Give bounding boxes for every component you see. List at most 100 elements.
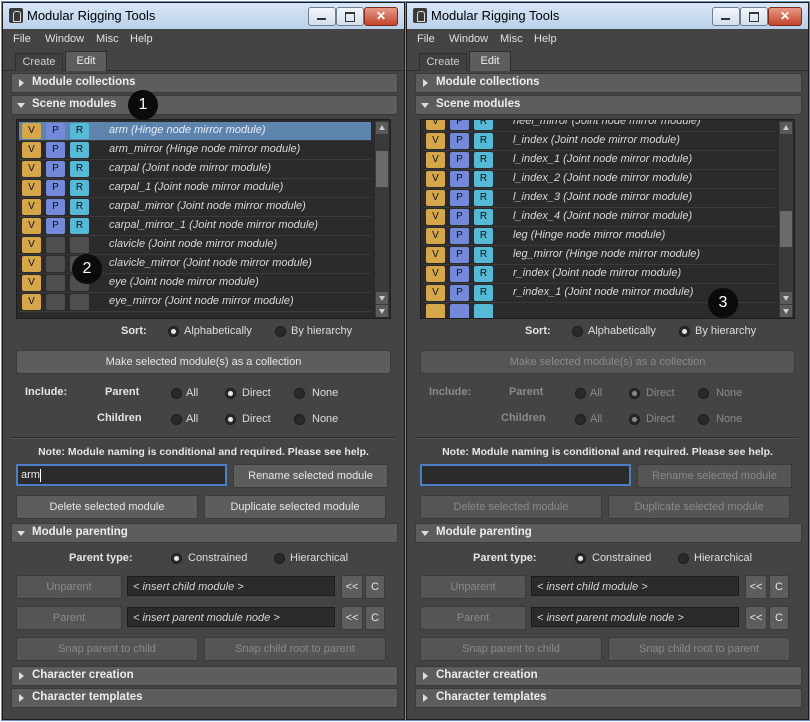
proxy-toggle[interactable]: P — [450, 266, 469, 282]
list-item[interactable]: V P R leg_mirror (Hinge node mirror modu… — [423, 246, 775, 265]
proxy-toggle[interactable]: P — [46, 180, 65, 196]
constrained-radio[interactable] — [575, 553, 586, 564]
clear-parent-button[interactable]: C — [769, 606, 789, 630]
children-all-radio[interactable] — [171, 414, 182, 425]
parent-module-field[interactable]: < insert parent module node > — [127, 607, 335, 627]
list-item[interactable]: V P R l_index_2 (Joint node mirror modul… — [423, 170, 775, 189]
visibility-toggle[interactable]: V — [426, 247, 445, 263]
section-scene-modules[interactable]: Scene modules — [11, 95, 398, 115]
visibility-toggle[interactable]: V — [22, 294, 41, 310]
visibility-toggle[interactable]: V — [22, 199, 41, 215]
hierarchical-radio[interactable] — [274, 553, 285, 564]
clear-child-button[interactable]: C — [769, 575, 789, 599]
tab-create[interactable]: Create — [419, 53, 467, 71]
module-list[interactable]: V P R arm (Hinge node mirror module) V P… — [16, 119, 391, 319]
list-item[interactable]: V eye_mirror (Joint node mirror module) — [19, 293, 371, 312]
scroll-down-icon[interactable] — [376, 292, 388, 304]
list-item[interactable]: V P R l_index (Joint node mirror module) — [423, 132, 775, 151]
list-item[interactable]: V P R carpal_1 (Joint node mirror module… — [19, 179, 371, 198]
parent-module-field[interactable]: < insert parent module node > — [531, 607, 739, 627]
delete-module-button[interactable]: Delete selected module — [16, 495, 198, 519]
rotation-toggle[interactable]: R — [474, 120, 493, 130]
list-item[interactable]: V P R carpal_mirror_1 (Joint node mirror… — [19, 217, 371, 236]
proxy-toggle[interactable]: P — [450, 247, 469, 263]
delete-module-button[interactable]: Delete selected module — [420, 495, 602, 519]
constrained-radio[interactable] — [171, 553, 182, 564]
parent-all-radio[interactable] — [575, 388, 586, 399]
visibility-toggle[interactable]: V — [22, 142, 41, 158]
rename-button[interactable]: Rename selected module — [233, 464, 388, 488]
minimize-button[interactable] — [308, 7, 336, 26]
visibility-toggle[interactable]: V — [22, 218, 41, 234]
children-none-radio[interactable] — [698, 414, 709, 425]
proxy-toggle[interactable]: P — [450, 152, 469, 168]
load-parent-button[interactable]: << — [341, 606, 363, 630]
rotation-toggle[interactable]: R — [474, 190, 493, 206]
menu-file[interactable]: File — [13, 33, 31, 45]
visibility-toggle[interactable]: V — [426, 209, 445, 225]
list-item[interactable]: V P R carpal (Joint node mirror module) — [19, 160, 371, 179]
rotation-toggle[interactable]: R — [474, 209, 493, 225]
parent-button[interactable]: Parent — [420, 606, 526, 630]
parent-direct-radio[interactable] — [225, 388, 236, 399]
rename-input[interactable]: arm — [16, 464, 227, 486]
section-character-templates[interactable]: Character templates — [415, 688, 802, 708]
list-item[interactable]: V P R carpal_mirror (Joint node mirror m… — [19, 198, 371, 217]
visibility-toggle[interactable]: V — [22, 237, 41, 253]
scroll-up-icon[interactable] — [376, 122, 388, 134]
rotation-toggle[interactable] — [70, 237, 89, 253]
section-module-parenting[interactable]: Module parenting — [415, 523, 802, 543]
proxy-toggle[interactable]: P — [46, 123, 65, 139]
list-item[interactable]: V P R leg (Hinge node mirror module) — [423, 227, 775, 246]
proxy-toggle[interactable]: P — [450, 209, 469, 225]
rotation-toggle[interactable]: R — [70, 199, 89, 215]
rotation-toggle[interactable] — [474, 304, 493, 318]
rotation-toggle[interactable]: R — [70, 161, 89, 177]
rotation-toggle[interactable]: R — [474, 133, 493, 149]
section-scene-modules[interactable]: Scene modules — [415, 95, 802, 115]
scroll-down-icon[interactable] — [780, 305, 792, 317]
proxy-toggle[interactable]: P — [46, 142, 65, 158]
parent-all-radio[interactable] — [171, 388, 182, 399]
rename-input[interactable] — [420, 464, 631, 486]
duplicate-module-button[interactable]: Duplicate selected module — [608, 495, 790, 519]
child-module-field[interactable]: < insert child module > — [127, 576, 335, 596]
menu-help[interactable]: Help — [130, 33, 153, 45]
make-collection-button[interactable]: Make selected module(s) as a collection — [16, 350, 391, 374]
visibility-toggle[interactable]: V — [22, 161, 41, 177]
proxy-toggle[interactable] — [450, 304, 469, 318]
rotation-toggle[interactable]: R — [70, 218, 89, 234]
visibility-toggle[interactable]: V — [22, 180, 41, 196]
sort-hierarchy-radio[interactable] — [275, 326, 286, 337]
menu-misc[interactable]: Misc — [500, 33, 523, 45]
list-item[interactable]: V P R arm (Hinge node mirror module) — [19, 122, 371, 141]
scroll-down-icon[interactable] — [376, 305, 388, 317]
proxy-toggle[interactable]: P — [450, 120, 469, 130]
rotation-toggle[interactable]: R — [70, 180, 89, 196]
rename-button[interactable]: Rename selected module — [637, 464, 792, 488]
visibility-toggle[interactable]: V — [426, 120, 445, 130]
scroll-thumb[interactable] — [780, 211, 792, 247]
section-module-collections[interactable]: Module collections — [415, 73, 802, 93]
section-character-creation[interactable]: Character creation — [11, 666, 398, 686]
visibility-toggle[interactable]: V — [22, 256, 41, 272]
proxy-toggle[interactable]: P — [450, 190, 469, 206]
children-none-radio[interactable] — [294, 414, 305, 425]
list-item[interactable]: V P R arm_mirror (Hinge node mirror modu… — [19, 141, 371, 160]
unparent-button[interactable]: Unparent — [16, 575, 122, 599]
clear-child-button[interactable]: C — [365, 575, 385, 599]
scroll-up-icon[interactable] — [780, 122, 792, 134]
list-item[interactable]: V clavicle (Joint node mirror module) — [19, 236, 371, 255]
snap-child-button[interactable]: Snap child root to parent — [204, 637, 386, 661]
list-item[interactable]: V eye (Joint node mirror module) — [19, 274, 371, 293]
section-character-creation[interactable]: Character creation — [415, 666, 802, 686]
list-scrollbar[interactable] — [375, 121, 389, 317]
snap-parent-button[interactable]: Snap parent to child — [420, 637, 602, 661]
children-all-radio[interactable] — [575, 414, 586, 425]
rotation-toggle[interactable]: R — [70, 123, 89, 139]
visibility-toggle[interactable]: V — [426, 228, 445, 244]
module-list[interactable]: V P R heel_mirror (Joint node mirror mod… — [420, 119, 795, 319]
list-item[interactable]: V P R l_index_4 (Joint node mirror modul… — [423, 208, 775, 227]
tab-edit[interactable]: Edit — [65, 51, 107, 71]
proxy-toggle[interactable]: P — [46, 199, 65, 215]
